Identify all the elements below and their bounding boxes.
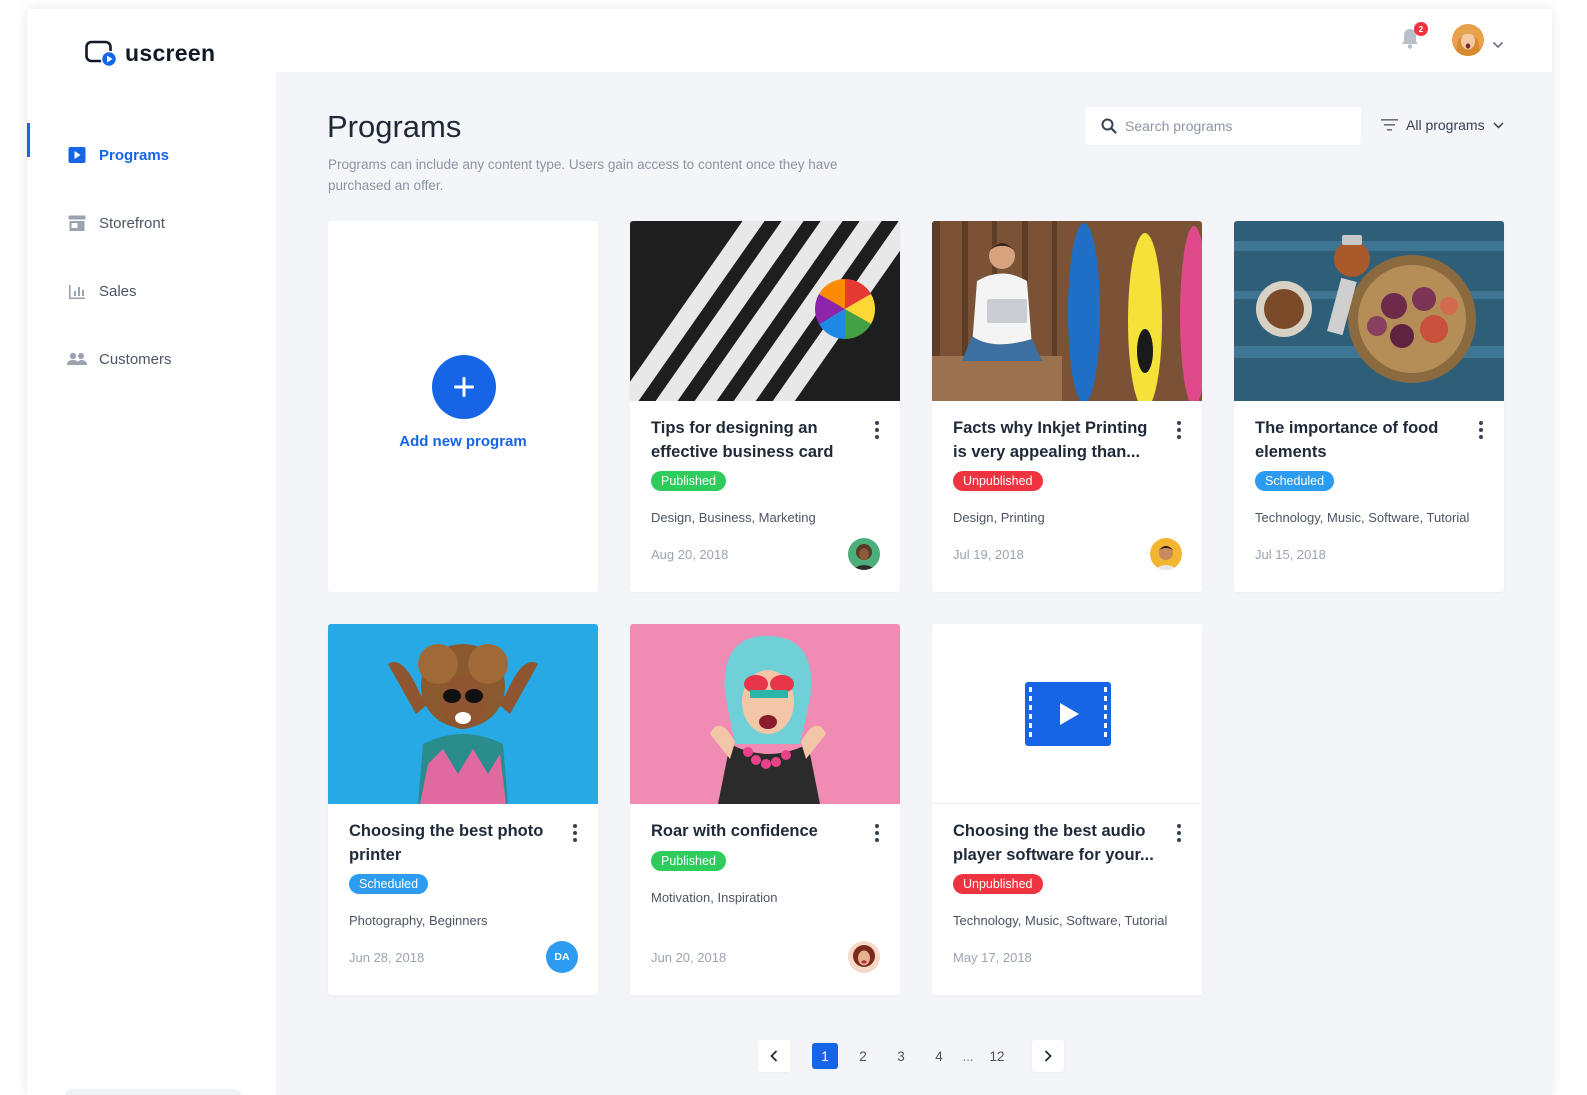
- program-card[interactable]: The importance of food elements Schedule…: [1234, 221, 1504, 592]
- page-3-button[interactable]: 3: [888, 1043, 914, 1069]
- status-badge: Unpublished: [953, 471, 1043, 491]
- sidebar-item-storefront[interactable]: Storefront: [27, 189, 276, 257]
- status-badge: Unpublished: [953, 874, 1043, 894]
- program-tags: Design, Business, Marketing: [651, 510, 816, 525]
- programs-filter-dropdown[interactable]: All programs: [1381, 117, 1504, 133]
- program-title[interactable]: The importance of food elements: [1255, 417, 1460, 464]
- brand-logo[interactable]: uscreen: [85, 39, 216, 68]
- program-tags: Photography, Beginners: [349, 913, 488, 928]
- sidebar-item-customers[interactable]: Customers: [27, 325, 276, 393]
- program-date: Aug 20, 2018: [651, 546, 729, 562]
- author-avatar: [848, 941, 880, 973]
- uscreen-logo-icon: [85, 39, 118, 68]
- program-thumbnail: [328, 624, 598, 804]
- author-avatar: DA: [546, 941, 578, 973]
- program-tags: Motivation, Inspiration: [651, 889, 778, 905]
- add-program-button[interactable]: [432, 355, 496, 419]
- search-placeholder: Search programs: [1125, 118, 1233, 134]
- search-input[interactable]: Search programs: [1085, 107, 1361, 145]
- add-program-label: Add new program: [399, 433, 527, 450]
- program-date: Jul 19, 2018: [953, 546, 1024, 562]
- page-12-button[interactable]: 12: [984, 1043, 1010, 1069]
- program-tags: Technology, Music, Software, Tutorial: [1255, 510, 1470, 525]
- program-title[interactable]: Choosing the best audio player software …: [953, 820, 1158, 867]
- more-options-icon[interactable]: [874, 824, 880, 842]
- sidebar-item-label: Customers: [99, 350, 172, 368]
- more-options-icon[interactable]: [1478, 421, 1484, 439]
- page-2-button[interactable]: 2: [850, 1043, 876, 1069]
- sidebar-item-sales[interactable]: Sales: [27, 257, 276, 325]
- plus-icon: [454, 377, 474, 397]
- program-thumbnail: [932, 624, 1202, 804]
- topbar: 2: [276, 9, 1552, 72]
- pagination-ellipsis: ...: [962, 1048, 974, 1064]
- more-options-icon[interactable]: [1176, 421, 1182, 439]
- next-page-button[interactable]: [1032, 1040, 1064, 1072]
- status-badge: Published: [651, 471, 726, 491]
- author-avatar: [848, 538, 880, 570]
- filter-icon: [1381, 119, 1398, 131]
- program-title[interactable]: Roar with confidence: [651, 820, 856, 844]
- page-description: Programs can include any content type. U…: [328, 157, 838, 193]
- chevron-left-icon: [770, 1050, 778, 1062]
- program-thumbnail: [630, 221, 900, 401]
- program-card[interactable]: Choosing the best audio player software …: [932, 624, 1202, 995]
- program-title[interactable]: Tips for designing an effective business…: [651, 417, 856, 464]
- previous-page-button[interactable]: [758, 1040, 790, 1072]
- program-title[interactable]: Choosing the best photo printer: [349, 820, 554, 867]
- sidebar-nav: Programs Storefront Sales Customers: [27, 121, 276, 393]
- program-title[interactable]: Facts why Inkjet Printing is very appeal…: [953, 417, 1158, 464]
- sidebar-item-label: Programs: [99, 146, 170, 164]
- people-icon: [67, 349, 87, 369]
- program-card[interactable]: Tips for designing an effective business…: [630, 221, 900, 592]
- author-avatar: [1150, 538, 1182, 570]
- store-icon: [67, 213, 87, 233]
- brand-name: uscreen: [125, 39, 216, 66]
- sidebar-footer: [65, 1089, 241, 1095]
- status-badge: Scheduled: [1255, 471, 1335, 491]
- sidebar-item-programs[interactable]: Programs: [27, 121, 276, 189]
- program-date: Jun 20, 2018: [651, 949, 727, 965]
- sidebar: uscreen Programs Storefront Sales Custom…: [27, 9, 276, 1095]
- pagination: 1 2 3 4 ... 12: [758, 1040, 1064, 1072]
- program-date: Jun 28, 2018: [349, 949, 425, 965]
- more-options-icon[interactable]: [874, 421, 880, 439]
- page-title: Programs: [327, 109, 462, 144]
- chevron-down-icon[interactable]: [1492, 36, 1504, 49]
- notifications-button[interactable]: 2: [1400, 22, 1428, 51]
- program-card[interactable]: Facts why Inkjet Printing is very appeal…: [932, 221, 1202, 592]
- program-thumbnail: [932, 221, 1202, 401]
- app-window: uscreen Programs Storefront Sales Custom…: [27, 9, 1552, 1095]
- add-program-card[interactable]: Add new program: [328, 221, 598, 592]
- program-card[interactable]: Choosing the best photo printer Schedule…: [328, 624, 598, 995]
- user-avatar[interactable]: [1452, 24, 1484, 56]
- page-1-button[interactable]: 1: [812, 1043, 838, 1069]
- more-options-icon[interactable]: [1176, 824, 1182, 842]
- program-card[interactable]: Roar with confidence Published Motivatio…: [630, 624, 900, 995]
- play-square-icon: [67, 145, 87, 165]
- search-icon: [1101, 118, 1117, 134]
- video-file-icon: [1025, 682, 1111, 746]
- program-date: May 17, 2018: [953, 949, 1032, 965]
- chevron-down-icon: [1493, 121, 1504, 129]
- status-badge: Scheduled: [349, 874, 429, 894]
- program-date: Jul 15, 2018: [1255, 546, 1326, 562]
- chevron-right-icon: [1044, 1050, 1052, 1062]
- program-thumbnail: [1234, 221, 1504, 401]
- notification-badge: 2: [1414, 22, 1428, 36]
- bar-chart-icon: [67, 281, 87, 301]
- more-options-icon[interactable]: [572, 824, 578, 842]
- page-4-button[interactable]: 4: [926, 1043, 952, 1069]
- program-thumbnail: [630, 624, 900, 804]
- filter-label: All programs: [1406, 117, 1485, 133]
- sidebar-item-label: Storefront: [99, 214, 165, 232]
- sidebar-item-label: Sales: [99, 282, 137, 300]
- status-badge: Published: [651, 850, 726, 871]
- program-tags: Technology, Music, Software, Tutorial: [953, 913, 1168, 928]
- program-tags: Design, Printing: [953, 510, 1045, 525]
